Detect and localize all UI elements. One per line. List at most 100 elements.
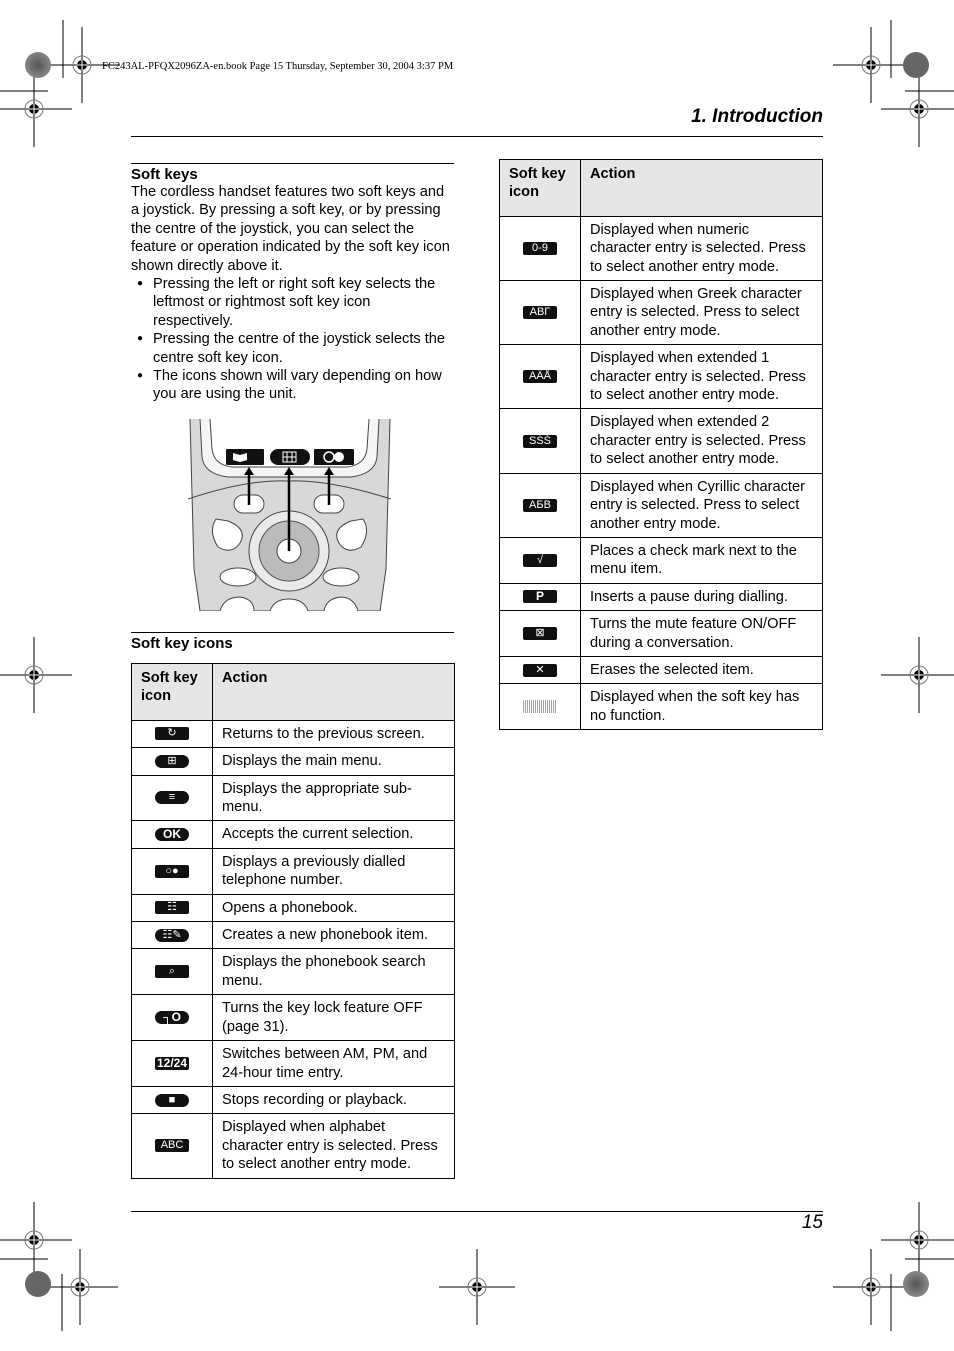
action-cell: Switches between AM, PM, and 24-hour tim… (212, 1040, 455, 1087)
icon-cell: P (499, 582, 581, 612)
action-cell: Creates a new phonebook item. (212, 921, 455, 950)
icon-cell: OK (131, 820, 213, 849)
key-lock-icon: ┐O (155, 1011, 189, 1025)
soft-key-icons-table-right: Soft key icon Action 0-9 Displayed when n… (499, 159, 823, 731)
action-cell: Turns the mute feature ON/OFF during a c… (580, 610, 823, 657)
ok-icon: OK (155, 828, 189, 842)
column-header-action: Action (212, 663, 455, 721)
main-menu-icon: ⊞ (155, 754, 189, 768)
new-phonebook-item-icon: ☷✎ (155, 928, 189, 942)
section-rule (131, 163, 454, 164)
action-cell: Opens a phonebook. (212, 893, 455, 923)
action-cell: Displays the main menu. (212, 747, 455, 776)
table-row: ☷ Opens a phonebook. (131, 893, 455, 923)
table-row: ⌕ Displays the phonebook search menu. (131, 948, 455, 996)
cyrillic-icon: АБВ (523, 498, 557, 512)
table-row: SŚŠ Displayed when extended 2 character e… (499, 408, 823, 474)
color-target (25, 1271, 51, 1297)
greek-icon: ΑΒΓ (523, 306, 557, 320)
action-cell: Stops recording or playback. (212, 1085, 455, 1115)
table-row: ABC Displayed when alphabet character ent… (131, 1113, 455, 1179)
icon-cell: ABC (131, 1113, 213, 1179)
sub-menu-icon: ≡ (155, 791, 189, 805)
icon-cell: ⊠ (499, 610, 581, 657)
pause-icon: P (523, 590, 557, 604)
color-target (903, 52, 929, 78)
icon-cell: √ (499, 536, 581, 584)
footer-rule (131, 1211, 823, 1212)
table-row: ✕ Erases the selected item. (499, 655, 823, 685)
action-cell: Displayed when Greek character entry is … (580, 280, 823, 346)
phonebook-icon: ☷ (155, 901, 189, 915)
icon-cell: 0-9 (499, 215, 581, 282)
table-row: ■ Stops recording or playback. (131, 1085, 455, 1115)
bullet-item: Pressing the centre of the joystick sele… (131, 330, 454, 367)
table-header-row: Soft key icon Action (499, 159, 823, 217)
table-row: Displayed when the soft key has no funct… (499, 683, 823, 731)
table-row: ⊠ Turns the mute feature ON/OFF during a … (499, 610, 823, 657)
section-title: Soft keys (131, 166, 198, 183)
12-24-icon: 12/24 (154, 1055, 190, 1070)
table-row: OK Accepts the current selection. (131, 820, 455, 849)
soft-key-icons-table-left: Soft key icon Action ↻ Returns to the pre… (131, 663, 455, 1179)
bullet-item: Pressing the left or right soft key sele… (131, 275, 454, 330)
color-target (903, 1271, 929, 1297)
icon-cell: ☷ (131, 893, 213, 923)
action-cell: Displayed when Cyrillic character entry … (580, 472, 823, 538)
icon-cell: ☷✎ (131, 921, 213, 950)
icon-cell: ΑΒΓ (499, 280, 581, 346)
color-target (25, 52, 51, 78)
action-cell: Displays the phonebook search menu. (212, 948, 455, 996)
action-cell: Displayed when extended 1 character entr… (580, 344, 823, 410)
soft-keys-section: Soft keys The cordless handset features … (131, 166, 454, 404)
registration-mark (832, 26, 910, 104)
registration-mark (0, 70, 73, 148)
column-header-icon: Soft key icon (499, 159, 581, 217)
section-title: Soft key icons (131, 635, 233, 652)
registration-mark (0, 1201, 73, 1279)
action-cell: Accepts the current selection. (212, 820, 455, 849)
table-row: AÄÅ Displayed when extended 1 character e… (499, 344, 823, 410)
registration-mark (880, 636, 954, 714)
registration-mark (880, 70, 954, 148)
action-cell: Returns to the previous screen. (212, 719, 455, 749)
action-cell: Displayed when the soft key has no funct… (580, 683, 823, 731)
icon-cell: ↻ (131, 719, 213, 749)
column-header-action: Action (580, 159, 823, 217)
table-row: P Inserts a pause during dialling. (499, 582, 823, 612)
table-row: ΑΒΓ Displayed when Greek character entry … (499, 280, 823, 346)
icon-cell: SŚŠ (499, 408, 581, 474)
icon-cell: АБВ (499, 472, 581, 538)
action-cell: Displays the appropriate sub-menu. (212, 774, 455, 822)
action-cell: Places a check mark next to the menu ite… (580, 536, 823, 584)
search-icon: ⌕ (155, 965, 189, 979)
intro-paragraph: The cordless handset features two soft k… (131, 184, 450, 274)
stop-icon: ■ (155, 1093, 189, 1107)
action-cell: Displayed when extended 2 character entr… (580, 408, 823, 474)
redial-icon: ○● (155, 864, 189, 878)
table-row: ┐O Turns the key lock feature OFF (page 3… (131, 994, 455, 1042)
print-crop-header: FC243AL-PFQX2096ZA-en.book Page 15 Thurs… (102, 61, 454, 72)
no-function-icon (523, 700, 557, 714)
icon-cell: ■ (131, 1085, 213, 1115)
icon-cell: ≡ (131, 774, 213, 822)
table-row: ↻ Returns to the previous screen. (131, 719, 455, 749)
action-cell: Erases the selected item. (580, 655, 823, 685)
table-header-row: Soft key icon Action (131, 663, 455, 721)
action-cell: Displayed when numeric character entry i… (580, 215, 823, 282)
registration-mark (438, 1248, 516, 1326)
table-row: ☷✎ Creates a new phonebook item. (131, 921, 455, 950)
action-cell: Turns the key lock feature OFF (page 31)… (212, 994, 455, 1042)
icon-cell: ┐O (131, 994, 213, 1042)
action-cell: Inserts a pause during dialling. (580, 582, 823, 612)
table-row: ≡ Displays the appropriate sub-menu. (131, 774, 455, 822)
handset-illustration (188, 419, 391, 611)
registration-mark (0, 636, 73, 714)
icon-cell: ✕ (499, 655, 581, 685)
icon-cell: ○● (131, 847, 213, 895)
chapter-title: 1. Introduction (691, 106, 823, 127)
registration-mark (41, 1248, 119, 1326)
icon-cell (499, 683, 581, 731)
action-cell: Displayed when alphabet character entry … (212, 1113, 455, 1179)
table-row: 12/24 Switches between AM, PM, and 24-hou… (131, 1040, 455, 1087)
